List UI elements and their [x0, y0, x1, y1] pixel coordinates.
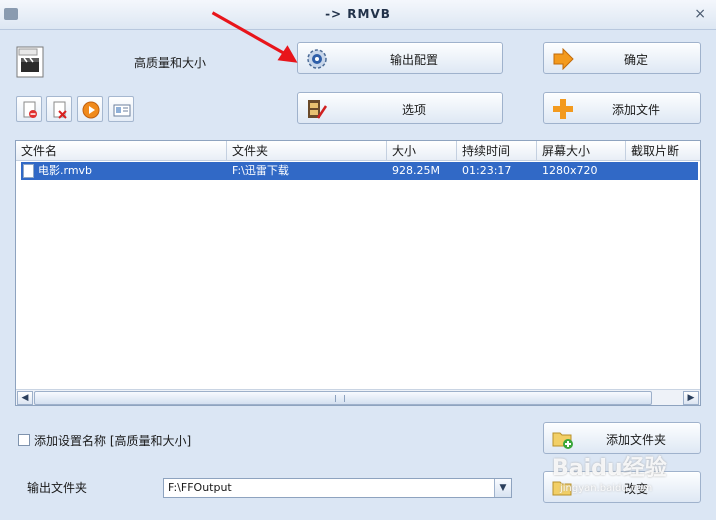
close-icon[interactable]: ×	[694, 6, 706, 22]
arrow-right-icon	[553, 48, 574, 70]
chevron-down-icon[interactable]: ▼	[494, 479, 511, 497]
cell-duration: 01:23:17	[462, 164, 512, 177]
info-card-icon	[113, 104, 131, 117]
column-header-filename[interactable]: 文件名	[16, 141, 227, 161]
table-header: 文件名 文件夹 大小 持续时间 屏幕大小 截取片断	[16, 141, 700, 161]
column-header-screen-size[interactable]: 屏幕大小	[537, 141, 626, 161]
doc-delete-icon	[53, 101, 67, 119]
output-config-button[interactable]: 输出配置	[297, 42, 503, 74]
grip-icon	[335, 395, 345, 402]
add-setting-name-checkbox[interactable]	[18, 434, 30, 446]
cell-folder: F:\迅雷下载	[232, 164, 289, 177]
info-button[interactable]	[108, 96, 134, 122]
add-file-button[interactable]: 添加文件	[543, 92, 701, 124]
profile-label: 高质量和大小	[133, 56, 206, 70]
scroll-left-icon[interactable]: ◀	[17, 391, 33, 405]
play-button[interactable]	[77, 96, 103, 122]
add-setting-name-label: 添加设置名称 [高质量和大小]	[34, 434, 192, 448]
output-config-label: 输出配置	[389, 53, 438, 67]
folder-add-icon	[552, 432, 573, 449]
watermark-logo: Baidu经验	[552, 456, 667, 481]
ok-button[interactable]: 确定	[543, 42, 701, 74]
column-header-duration[interactable]: 持续时间	[457, 141, 537, 161]
main-panel: 高质量和大小 输出配置 选项 确定 添加文件 文件名 文件夹 大小 持续时间 屏…	[0, 30, 716, 520]
add-folder-label: 添加文件夹	[605, 433, 666, 447]
output-folder-label: 输出文件夹	[27, 481, 88, 495]
cell-clip	[626, 162, 698, 180]
cell-filename: 电影.rmvb	[38, 164, 93, 177]
title-bar: -> RMVB ×	[0, 0, 716, 30]
scrollbar-thumb[interactable]	[34, 391, 652, 405]
cell-screen-size: 1280x720	[542, 164, 598, 177]
ok-label: 确定	[623, 53, 648, 67]
cell-size: 928.25M	[392, 164, 440, 177]
add-file-label: 添加文件	[611, 103, 660, 117]
scroll-right-icon[interactable]: ▶	[683, 391, 699, 405]
play-icon	[82, 101, 100, 119]
table-row[interactable]: 电影.rmvb F:\迅雷下载 928.25M 01:23:17 1280x72…	[21, 162, 698, 180]
horizontal-scrollbar[interactable]: ◀ ▶	[16, 389, 700, 405]
real-media-icon	[16, 46, 44, 78]
output-folder-select[interactable]: F:\FFOutput ▼	[163, 478, 512, 498]
window-title: -> RMVB	[325, 7, 391, 21]
column-header-folder[interactable]: 文件夹	[227, 141, 387, 161]
column-header-clip[interactable]: 截取片断	[626, 141, 700, 161]
watermark-url: jingyan.baidu.com	[560, 483, 653, 494]
gear-icon	[307, 49, 327, 69]
plus-icon	[553, 99, 573, 119]
film-tools-icon	[308, 100, 328, 119]
options-button[interactable]: 选项	[297, 92, 503, 124]
delete-button[interactable]	[46, 96, 72, 122]
remove-file-button[interactable]	[16, 96, 42, 122]
doc-remove-icon	[23, 101, 37, 118]
column-header-size[interactable]: 大小	[387, 141, 457, 161]
options-label: 选项	[401, 103, 426, 117]
output-folder-value: F:\FFOutput	[168, 481, 232, 494]
file-list[interactable]: 文件名 文件夹 大小 持续时间 屏幕大小 截取片断 电影.rmvb F:\迅雷下…	[15, 140, 701, 406]
